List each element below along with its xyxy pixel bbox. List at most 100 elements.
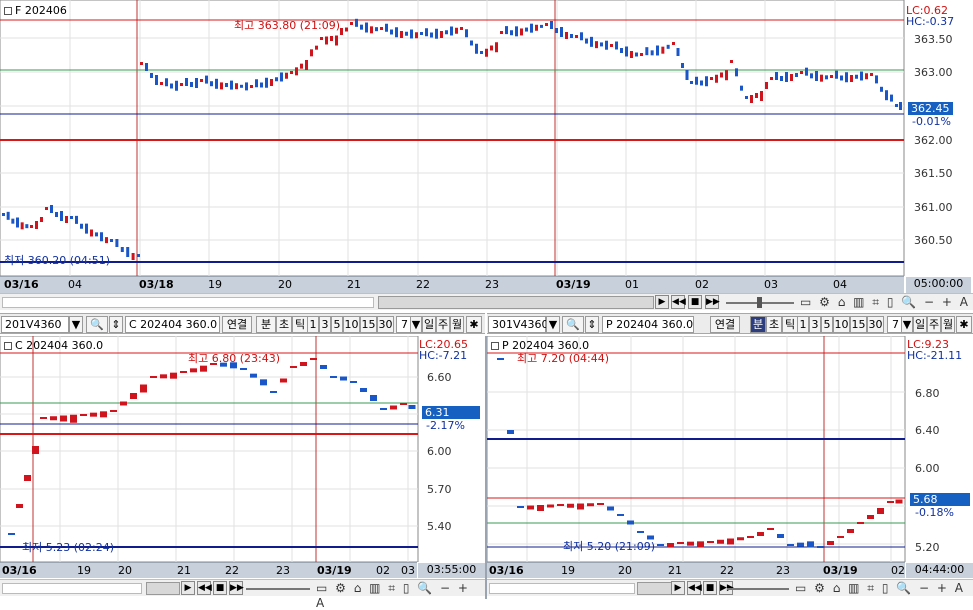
x-label: 19 (208, 278, 222, 291)
scroll-thumb[interactable] (378, 296, 654, 309)
candle (310, 358, 317, 360)
x-label: 03/19 (556, 278, 591, 291)
period-tick[interactable]: 틱 (292, 316, 308, 333)
toolbar-icons[interactable]: ▭ ⚙ ⌂ ▥ ⌗ ▯ 🔍 − + A (316, 581, 485, 610)
interval-15[interactable]: 15 (360, 316, 377, 333)
interval-1[interactable]: 1 (307, 316, 319, 333)
call-scrollbar[interactable]: ▶ ◀◀ ■ ▶▶ ▭ ⚙ ⌂ ▥ ⌗ ▯ 🔍 − + A (0, 579, 485, 610)
scroll-track[interactable] (2, 297, 374, 308)
futures-time-axis: 03/16 04 03/18 19 20 21 22 23 03/19 01 0… (0, 276, 904, 293)
count-dropdown-icon[interactable]: ▼ (901, 316, 913, 333)
scroll-track[interactable] (489, 583, 635, 594)
link-button[interactable]: 연결 (222, 316, 252, 333)
period-tick[interactable]: 틱 (782, 316, 798, 333)
put-price-chart[interactable] (487, 336, 973, 562)
count-dropdown-icon[interactable]: ▼ (410, 316, 422, 333)
period-second[interactable]: 초 (276, 316, 292, 333)
candle (130, 393, 137, 399)
futures-hc: HC:-0.37 (906, 15, 955, 28)
stop-button[interactable]: ■ (213, 581, 227, 595)
prev-arrows-icon[interactable]: ⇕ (585, 316, 599, 333)
last-button[interactable]: ▶▶ (705, 295, 720, 309)
unit-month[interactable]: 월 (450, 316, 464, 333)
candle (860, 71, 863, 81)
first-button[interactable]: ◀◀ (197, 581, 212, 595)
period-minute[interactable]: 분 (750, 316, 766, 333)
code-dropdown-icon[interactable]: ▼ (69, 316, 83, 333)
stop-button[interactable]: ■ (703, 581, 717, 595)
candle (645, 47, 649, 56)
candle (770, 77, 773, 80)
code-input[interactable]: 201V4360 (1, 316, 69, 333)
price-label: 361.00 (914, 201, 953, 214)
put-time-box: 04:44:00 (906, 563, 973, 578)
candle (365, 22, 368, 33)
x-label: 20 (118, 564, 132, 577)
candle (787, 544, 794, 546)
futures-scrollbar[interactable]: ▶ ◀◀ ■ ▶▶ ▭ ⚙ ⌂ ▥ ⌗ ▯ 🔍 − + A (0, 293, 973, 310)
plot-frame (487, 336, 906, 562)
candle (195, 78, 198, 88)
period-minute[interactable]: 분 (256, 316, 276, 333)
interval-5[interactable]: 5 (821, 316, 833, 333)
scroll-thumb[interactable] (146, 582, 180, 595)
interval-5[interactable]: 5 (331, 316, 343, 333)
unit-day[interactable]: 일 (422, 316, 436, 333)
search-icon[interactable]: 🔍 (562, 316, 584, 333)
price-label: 362.00 (914, 134, 953, 147)
scroll-track[interactable] (2, 583, 142, 594)
prev-arrows-icon[interactable]: ⇕ (109, 316, 123, 333)
candle (120, 247, 124, 252)
first-button[interactable]: ◀◀ (687, 581, 702, 595)
call-price-chart[interactable] (0, 336, 485, 562)
candle (300, 63, 303, 69)
zoom-slider[interactable] (727, 588, 789, 590)
stop-button[interactable]: ■ (688, 295, 702, 309)
candle (325, 36, 328, 45)
put-chart-pane[interactable]: P 202404 360.0 LC:9.23 HC:-21.11 최고 7.20… (487, 336, 973, 562)
put-scrollbar[interactable]: ▶ ◀◀ ■ ▶▶ ▭ ⚙ ⌂ ▥ ⌗ ▯ 🔍 − + A (487, 579, 973, 596)
last-button[interactable]: ▶▶ (229, 581, 244, 595)
candle (615, 41, 618, 50)
candle (500, 31, 503, 34)
interval-3[interactable]: 3 (809, 316, 821, 333)
call-chart-pane[interactable]: C 202404 360.0 LC:20.65 HC:-7.21 최고 6.80… (0, 336, 485, 562)
period-second[interactable]: 초 (766, 316, 782, 333)
link-button[interactable]: 연결 (710, 316, 740, 333)
candle (747, 536, 754, 538)
interval-3[interactable]: 3 (319, 316, 331, 333)
futures-chart-pane[interactable]: F 202406 LC:0.62 HC:-0.37 최고 363.80 (21:… (0, 0, 973, 276)
scroll-right-button[interactable]: ▶ (181, 581, 195, 595)
unit-month[interactable]: 월 (941, 316, 955, 333)
interval-1[interactable]: 1 (797, 316, 809, 333)
x-label: 02 (695, 278, 709, 291)
first-button[interactable]: ◀◀ (671, 295, 686, 309)
code-input[interactable]: 301V4360 (488, 316, 549, 333)
futures-price-chart[interactable] (0, 0, 973, 276)
zoom-slider[interactable] (246, 588, 310, 590)
toolbar-icons[interactable]: ▭ ⚙ ⌂ ▥ ⌗ ▯ 🔍 − + A (800, 295, 970, 310)
unit-week[interactable]: 주 (436, 316, 450, 333)
unit-day[interactable]: 일 (913, 316, 927, 333)
settings-icon[interactable]: ✱ (466, 316, 482, 333)
candle (110, 239, 113, 242)
toolbar-icons[interactable]: ▭ ⚙ ⌂ ▥ ⌗ ▯ 🔍 − + A (795, 581, 965, 596)
code-dropdown-icon[interactable]: ▼ (546, 316, 560, 333)
price-label: 6.80 (915, 387, 940, 400)
candle (408, 405, 416, 409)
interval-15[interactable]: 15 (850, 316, 867, 333)
candle (320, 365, 327, 369)
unit-week[interactable]: 주 (927, 316, 941, 333)
scroll-right-button[interactable]: ▶ (655, 295, 669, 309)
interval-10[interactable]: 10 (833, 316, 850, 333)
search-icon[interactable]: 🔍 (86, 316, 108, 333)
interval-10[interactable]: 10 (343, 316, 360, 333)
settings-icon[interactable]: ✱ (956, 316, 972, 333)
interval-30[interactable]: 30 (867, 316, 884, 333)
candle (95, 232, 98, 237)
interval-30[interactable]: 30 (377, 316, 394, 333)
candle (465, 29, 468, 38)
candle (700, 80, 703, 86)
scroll-right-button[interactable]: ▶ (671, 581, 685, 595)
zoom-slider-handle[interactable] (757, 297, 762, 308)
